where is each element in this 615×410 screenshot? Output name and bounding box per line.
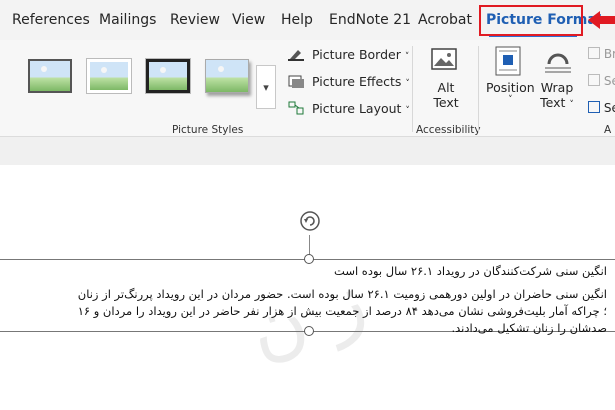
picture-style-thumbnail[interactable] bbox=[146, 59, 190, 93]
tab-references[interactable]: References bbox=[12, 12, 90, 28]
send-backward-button[interactable]: Se bbox=[588, 74, 615, 88]
document-margin bbox=[0, 137, 615, 165]
rotate-handle-stem bbox=[309, 235, 310, 255]
group-separator bbox=[478, 46, 479, 132]
group-separator bbox=[412, 46, 413, 132]
document-text-line: انگین سنی شرکت‌کنندگان در رویداد ۲۶.۱ سا… bbox=[334, 264, 607, 278]
alt-text-icon bbox=[431, 48, 457, 70]
wrap-text-label-line2: Text bbox=[540, 95, 566, 110]
annotation-highlight-box bbox=[479, 5, 583, 36]
send-backward-label-partial: Se bbox=[603, 74, 615, 88]
picture-style-thumbnail[interactable] bbox=[87, 59, 131, 93]
wrap-text-icon bbox=[545, 53, 571, 73]
picture-style-thumbnail[interactable] bbox=[28, 59, 72, 93]
tab-help[interactable]: Help bbox=[281, 12, 313, 28]
position-button[interactable]: Position ˅ bbox=[486, 80, 535, 105]
document-text-line: ؛ چراکه آمار بلیت‌فروشی نشان می‌دهد ۸۴ د… bbox=[77, 304, 607, 318]
alt-text-label-line2: Text bbox=[433, 95, 459, 110]
resize-handle-bottom[interactable] bbox=[304, 326, 314, 336]
selection-pane-label-partial: Se bbox=[603, 101, 615, 115]
position-label: Position bbox=[486, 80, 535, 95]
picture-layout-label: Picture Layout bbox=[311, 101, 402, 116]
document-text-line: انگین سنی حاضران در اولین دورهمی زومیت ۲… bbox=[77, 287, 607, 301]
picture-layout-button[interactable]: Picture Layout ˅ bbox=[288, 101, 410, 116]
tab-mailings[interactable]: Mailings bbox=[99, 12, 156, 28]
wrap-text-button[interactable]: Wrap Text ˅ bbox=[540, 80, 574, 110]
picture-effects-icon bbox=[288, 75, 304, 88]
alt-text-label-line1: Alt bbox=[437, 80, 455, 95]
ribbon-tab-bar: References Mailings Review View Help End… bbox=[0, 0, 615, 41]
selection-pane-button[interactable]: Se bbox=[588, 101, 615, 115]
gallery-more-button[interactable]: ▾ bbox=[256, 65, 276, 109]
picture-border-button[interactable]: Picture Border ˅ bbox=[288, 47, 409, 62]
rotate-handle-icon[interactable] bbox=[299, 210, 321, 232]
picture-border-icon bbox=[288, 50, 304, 61]
bring-forward-label-partial: Br bbox=[603, 47, 615, 61]
position-icon bbox=[495, 46, 521, 76]
picture-border-label: Picture Border bbox=[311, 47, 401, 62]
document-text-line: صدشان را زنان تشکیل می‌دادند. bbox=[451, 321, 607, 335]
arrange-group-label-partial: A bbox=[604, 124, 612, 136]
tab-review[interactable]: Review bbox=[170, 12, 220, 28]
picture-styles-group-label: Picture Styles bbox=[172, 124, 244, 136]
picture-style-thumbnail[interactable] bbox=[205, 59, 249, 93]
picture-effects-button[interactable]: Picture Effects ˅ bbox=[288, 74, 410, 89]
picture-layout-icon bbox=[288, 101, 304, 115]
accessibility-group-label: Accessibility bbox=[416, 124, 481, 136]
wrap-text-label-line1: Wrap bbox=[540, 80, 574, 95]
bring-forward-button[interactable]: Br bbox=[588, 47, 615, 61]
tab-view[interactable]: View bbox=[232, 12, 265, 28]
tab-acrobat[interactable]: Acrobat bbox=[418, 12, 472, 28]
tab-endnote[interactable]: EndNote 21 bbox=[329, 12, 411, 28]
resize-handle-top[interactable] bbox=[304, 254, 314, 264]
picture-effects-label: Picture Effects bbox=[311, 74, 402, 89]
alt-text-button[interactable]: Alt Text bbox=[432, 80, 460, 110]
annotation-arrow-icon bbox=[588, 11, 615, 29]
ribbon: ▾ Picture Border ˅ Picture Effects ˅ Pic… bbox=[0, 40, 615, 176]
